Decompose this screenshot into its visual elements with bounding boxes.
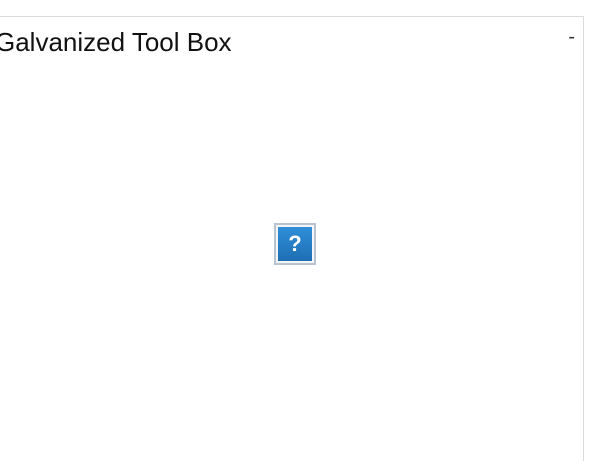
product-panel: Galvanized Tool Box - ? bbox=[0, 16, 584, 461]
panel-title: Galvanized Tool Box bbox=[0, 27, 232, 57]
question-mark-icon: ? bbox=[278, 227, 312, 261]
broken-image-placeholder: ? bbox=[274, 223, 316, 265]
collapse-button[interactable]: - bbox=[568, 27, 575, 47]
